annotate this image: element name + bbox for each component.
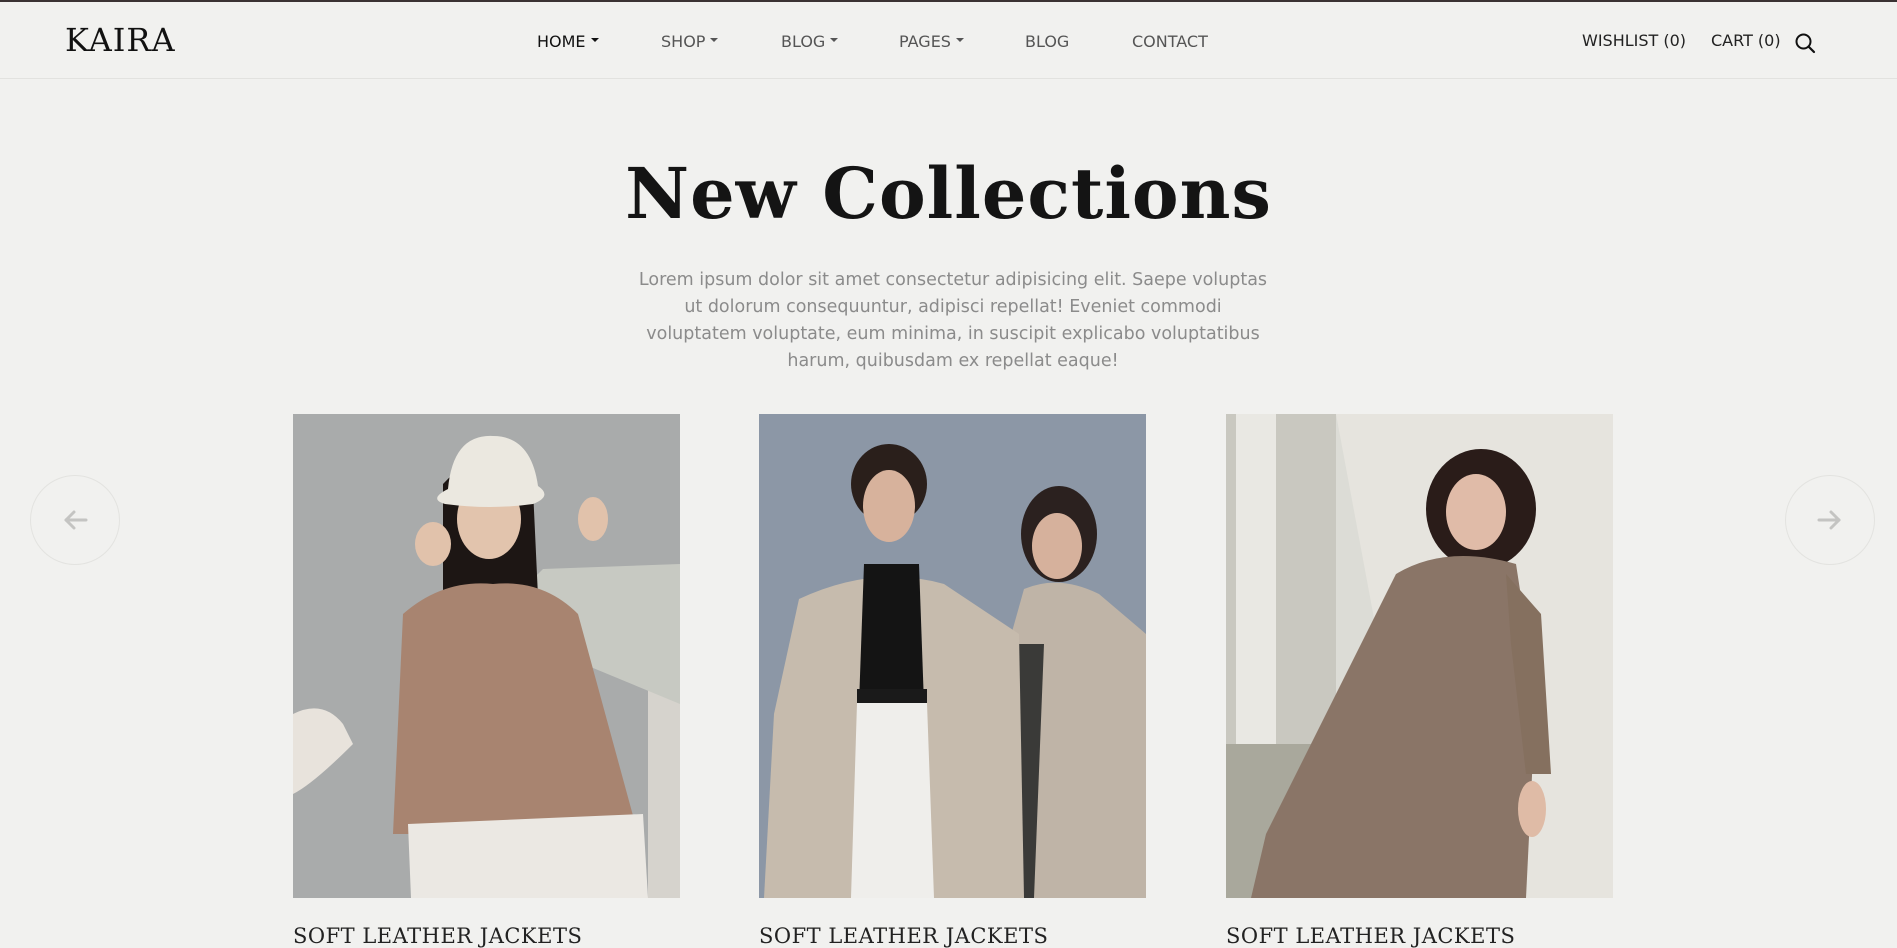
- site-header: KAIRA HOME SHOP BLOG PAGES BLOG CONTACT …: [0, 2, 1897, 79]
- nav-blog-label: BLOG: [1025, 32, 1070, 51]
- nav-contact-label: CONTACT: [1132, 32, 1208, 51]
- arrow-left-icon: [64, 510, 88, 530]
- cart-link[interactable]: CART (0): [1711, 31, 1781, 50]
- search-icon[interactable]: [1794, 32, 1816, 54]
- nav-contact[interactable]: CONTACT: [1132, 32, 1208, 51]
- section-description: Lorem ipsum dolor sit amet consectetur a…: [638, 270, 1268, 371]
- product-image[interactable]: [759, 414, 1146, 898]
- chevron-down-icon: [830, 37, 839, 42]
- chevron-down-icon: [590, 37, 599, 42]
- nav-home[interactable]: HOME: [537, 32, 599, 51]
- product-card[interactable]: SOFT LEATHER JACKETS: [293, 414, 680, 948]
- product-name[interactable]: SOFT LEATHER JACKETS: [759, 924, 1146, 948]
- nav-pages[interactable]: PAGES: [899, 32, 964, 51]
- chevron-down-icon: [710, 37, 719, 42]
- product-name[interactable]: SOFT LEATHER JACKETS: [1226, 924, 1613, 948]
- carousel-next-button[interactable]: [1785, 475, 1875, 565]
- product-name[interactable]: SOFT LEATHER JACKETS: [293, 924, 680, 948]
- section-title: New Collections: [625, 152, 1272, 235]
- product-card[interactable]: SOFT LEATHER JACKETS: [759, 414, 1146, 948]
- carousel-prev-button[interactable]: [30, 475, 120, 565]
- wishlist-link[interactable]: WISHLIST (0): [1582, 31, 1686, 50]
- nav-blog-menu[interactable]: BLOG: [781, 32, 839, 51]
- nav-shop-label: SHOP: [661, 32, 706, 51]
- nav-blog[interactable]: BLOG: [1025, 32, 1069, 51]
- product-image[interactable]: [293, 414, 680, 898]
- nav-pages-label: PAGES: [899, 32, 951, 51]
- chevron-down-icon: [955, 37, 964, 42]
- nav-blog-menu-label: BLOG: [781, 32, 826, 51]
- product-card[interactable]: SOFT LEATHER JACKETS: [1226, 414, 1613, 948]
- product-image[interactable]: [1226, 414, 1613, 898]
- nav-shop[interactable]: SHOP: [661, 32, 719, 51]
- nav-home-label: HOME: [537, 32, 586, 51]
- arrow-right-icon: [1817, 510, 1841, 530]
